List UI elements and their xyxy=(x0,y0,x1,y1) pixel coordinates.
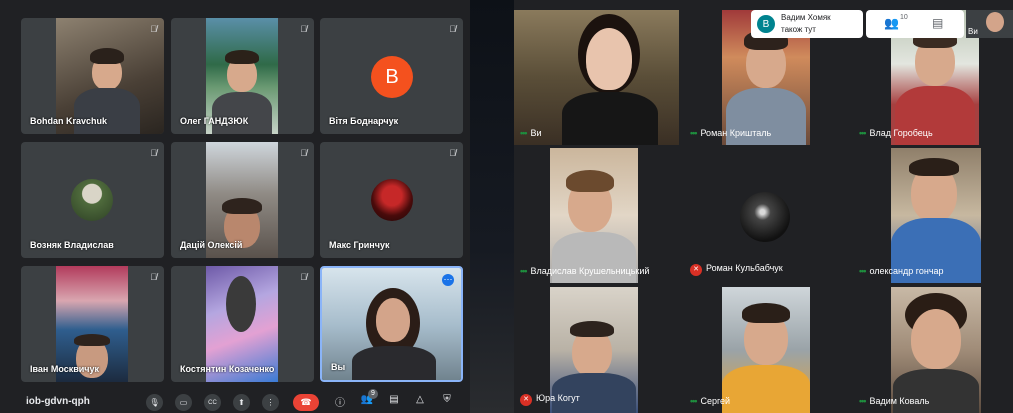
mic-off-icon: 🎙̸ xyxy=(300,148,307,158)
participant-tile[interactable]: ✕ Юра Когут xyxy=(514,287,674,413)
speaking-indicator-icon: ••• xyxy=(859,396,867,406)
mic-off-icon: 🎙̸ xyxy=(150,24,157,34)
top-right-controls: 👥 10 ▤ xyxy=(866,10,964,38)
participant-tile[interactable]: 🎙̸ Іван Москвичук xyxy=(21,266,164,382)
speaking-indicator-icon: ••• xyxy=(520,266,528,276)
info-icon[interactable]: ⓘ xyxy=(333,394,347,409)
camera-icon[interactable]: ▭ xyxy=(175,394,192,411)
join-notification[interactable]: B Вадим Хомяк також тут xyxy=(751,10,863,38)
avatar: B xyxy=(371,56,413,98)
participant-video xyxy=(550,148,638,283)
meeting-controls-bar: iob-gdvn-qph 🎙 ▭ CC ⬆ ⋮ ☎ ⓘ 👥 9 ▤ △ ⛨ xyxy=(0,389,470,413)
mic-off-icon: 🎙̸ xyxy=(150,272,157,282)
participant-name: ✕ Роман Кульбабчук xyxy=(690,263,783,276)
participant-name: ••• Роман Кришталь xyxy=(690,128,772,138)
people-icon[interactable]: 👥 xyxy=(884,16,899,30)
more-icon[interactable]: ⋮ xyxy=(262,394,279,411)
participant-tile[interactable]: 🎙̸ Олег ГАНДЗЮК xyxy=(171,18,314,134)
participant-video xyxy=(514,10,679,145)
participant-tile[interactable]: ••• Вадим Коваль xyxy=(853,287,1013,413)
participant-name: Макс Гринчук xyxy=(329,240,390,250)
participant-name: ••• Ви xyxy=(520,128,542,138)
participant-tile-self[interactable]: ⋯ Вы xyxy=(320,266,463,382)
left-meet-window: 🎙̸ Bohdan Kravchuk 🎙̸ Олег ГАНДЗЮК B 🎙̸ … xyxy=(0,0,470,413)
participant-name: Олег ГАНДЗЮК xyxy=(180,116,249,126)
participant-name: ••• Сергей xyxy=(690,396,731,406)
mic-icon[interactable]: 🎙 xyxy=(146,394,163,411)
mic-off-icon: 🎙̸ xyxy=(449,148,456,158)
activities-icon[interactable]: △ xyxy=(413,394,427,405)
mic-off-icon: 🎙̸ xyxy=(150,148,157,158)
participant-name: Іван Москвичук xyxy=(30,364,100,374)
participant-tile[interactable]: 🎙̸ Макс Гринчук xyxy=(320,142,463,258)
participant-count-badge: 9 xyxy=(368,389,378,399)
mic-off-icon: 🎙̸ xyxy=(300,24,307,34)
people-count: 10 xyxy=(900,14,908,21)
captions-icon[interactable]: CC xyxy=(204,394,221,411)
desktop-background xyxy=(470,0,514,413)
present-icon[interactable]: ⬆ xyxy=(233,394,250,411)
mic-off-icon: ✕ xyxy=(690,264,702,276)
participant-name: ✕ Юра Когут xyxy=(520,393,580,406)
participant-tile[interactable]: ••• олександр гончар xyxy=(853,148,1013,283)
participant-tile[interactable]: 🎙̸ Костянтин Козаченко xyxy=(171,266,314,382)
notification-text: також тут xyxy=(781,25,816,34)
participant-video xyxy=(722,287,810,413)
participant-tile[interactable]: ••• Сергей xyxy=(684,287,844,413)
avatar xyxy=(71,179,113,221)
mic-off-icon: 🎙̸ xyxy=(449,24,456,34)
participant-name: ••• Вадим Коваль xyxy=(859,396,930,406)
more-options-icon[interactable]: ⋯ xyxy=(442,274,454,286)
participant-tile[interactable]: B 🎙̸ Вітя Боднарчук xyxy=(320,18,463,134)
speaking-indicator-icon: ••• xyxy=(859,128,867,138)
participant-name: ••• Влад Горобець xyxy=(859,128,933,138)
participant-tile[interactable]: ••• Ви xyxy=(514,10,684,145)
self-preview-label: Ви xyxy=(968,27,978,36)
speaking-indicator-icon: ••• xyxy=(690,128,698,138)
participant-name: Вітя Боднарчук xyxy=(329,116,399,126)
chat-icon[interactable]: ▤ xyxy=(932,16,943,30)
meeting-code: iob-gdvn-qph xyxy=(26,396,90,407)
speaking-indicator-icon: ••• xyxy=(690,396,698,406)
speaking-indicator-icon: ••• xyxy=(520,128,528,138)
participant-name: Костянтин Козаченко xyxy=(180,364,275,374)
mic-off-icon: ✕ xyxy=(520,394,532,406)
participant-name: Дацій Олексій xyxy=(180,240,243,250)
end-call-icon[interactable]: ☎ xyxy=(293,394,319,411)
participant-tile[interactable]: 🎙̸ Bohdan Kravchuk xyxy=(21,18,164,134)
participant-tile[interactable]: ••• Владислав Крушельницький xyxy=(514,148,674,283)
participant-tile[interactable]: 🎙̸ Возняк Владислав xyxy=(21,142,164,258)
notification-name: Вадим Хомяк xyxy=(781,13,831,22)
mic-off-icon: 🎙̸ xyxy=(300,272,307,282)
chat-icon[interactable]: ▤ xyxy=(387,394,401,405)
participant-name: Вы xyxy=(331,362,346,372)
participant-tile[interactable]: ✕ Роман Кульбабчук xyxy=(684,148,844,283)
participant-name: Возняк Владислав xyxy=(30,240,114,250)
participant-tile[interactable]: 🎙̸ Дацій Олексій xyxy=(171,142,314,258)
participant-name: ••• Владислав Крушельницький xyxy=(520,266,650,276)
participant-name: ••• олександр гончар xyxy=(859,266,944,276)
participant-name: Bohdan Kravchuk xyxy=(30,116,108,126)
notification-avatar: B xyxy=(757,15,775,33)
speaking-indicator-icon: ••• xyxy=(859,266,867,276)
avatar xyxy=(740,192,790,242)
self-preview-thumbnail[interactable]: Ви xyxy=(966,10,1013,38)
right-meet-window: ••• Ви ••• Роман Кришталь ••• Влад Горобець… xyxy=(514,0,1013,413)
avatar xyxy=(371,179,413,221)
security-icon[interactable]: ⛨ xyxy=(440,394,454,405)
participant-video xyxy=(891,148,981,283)
participant-video xyxy=(891,287,981,413)
